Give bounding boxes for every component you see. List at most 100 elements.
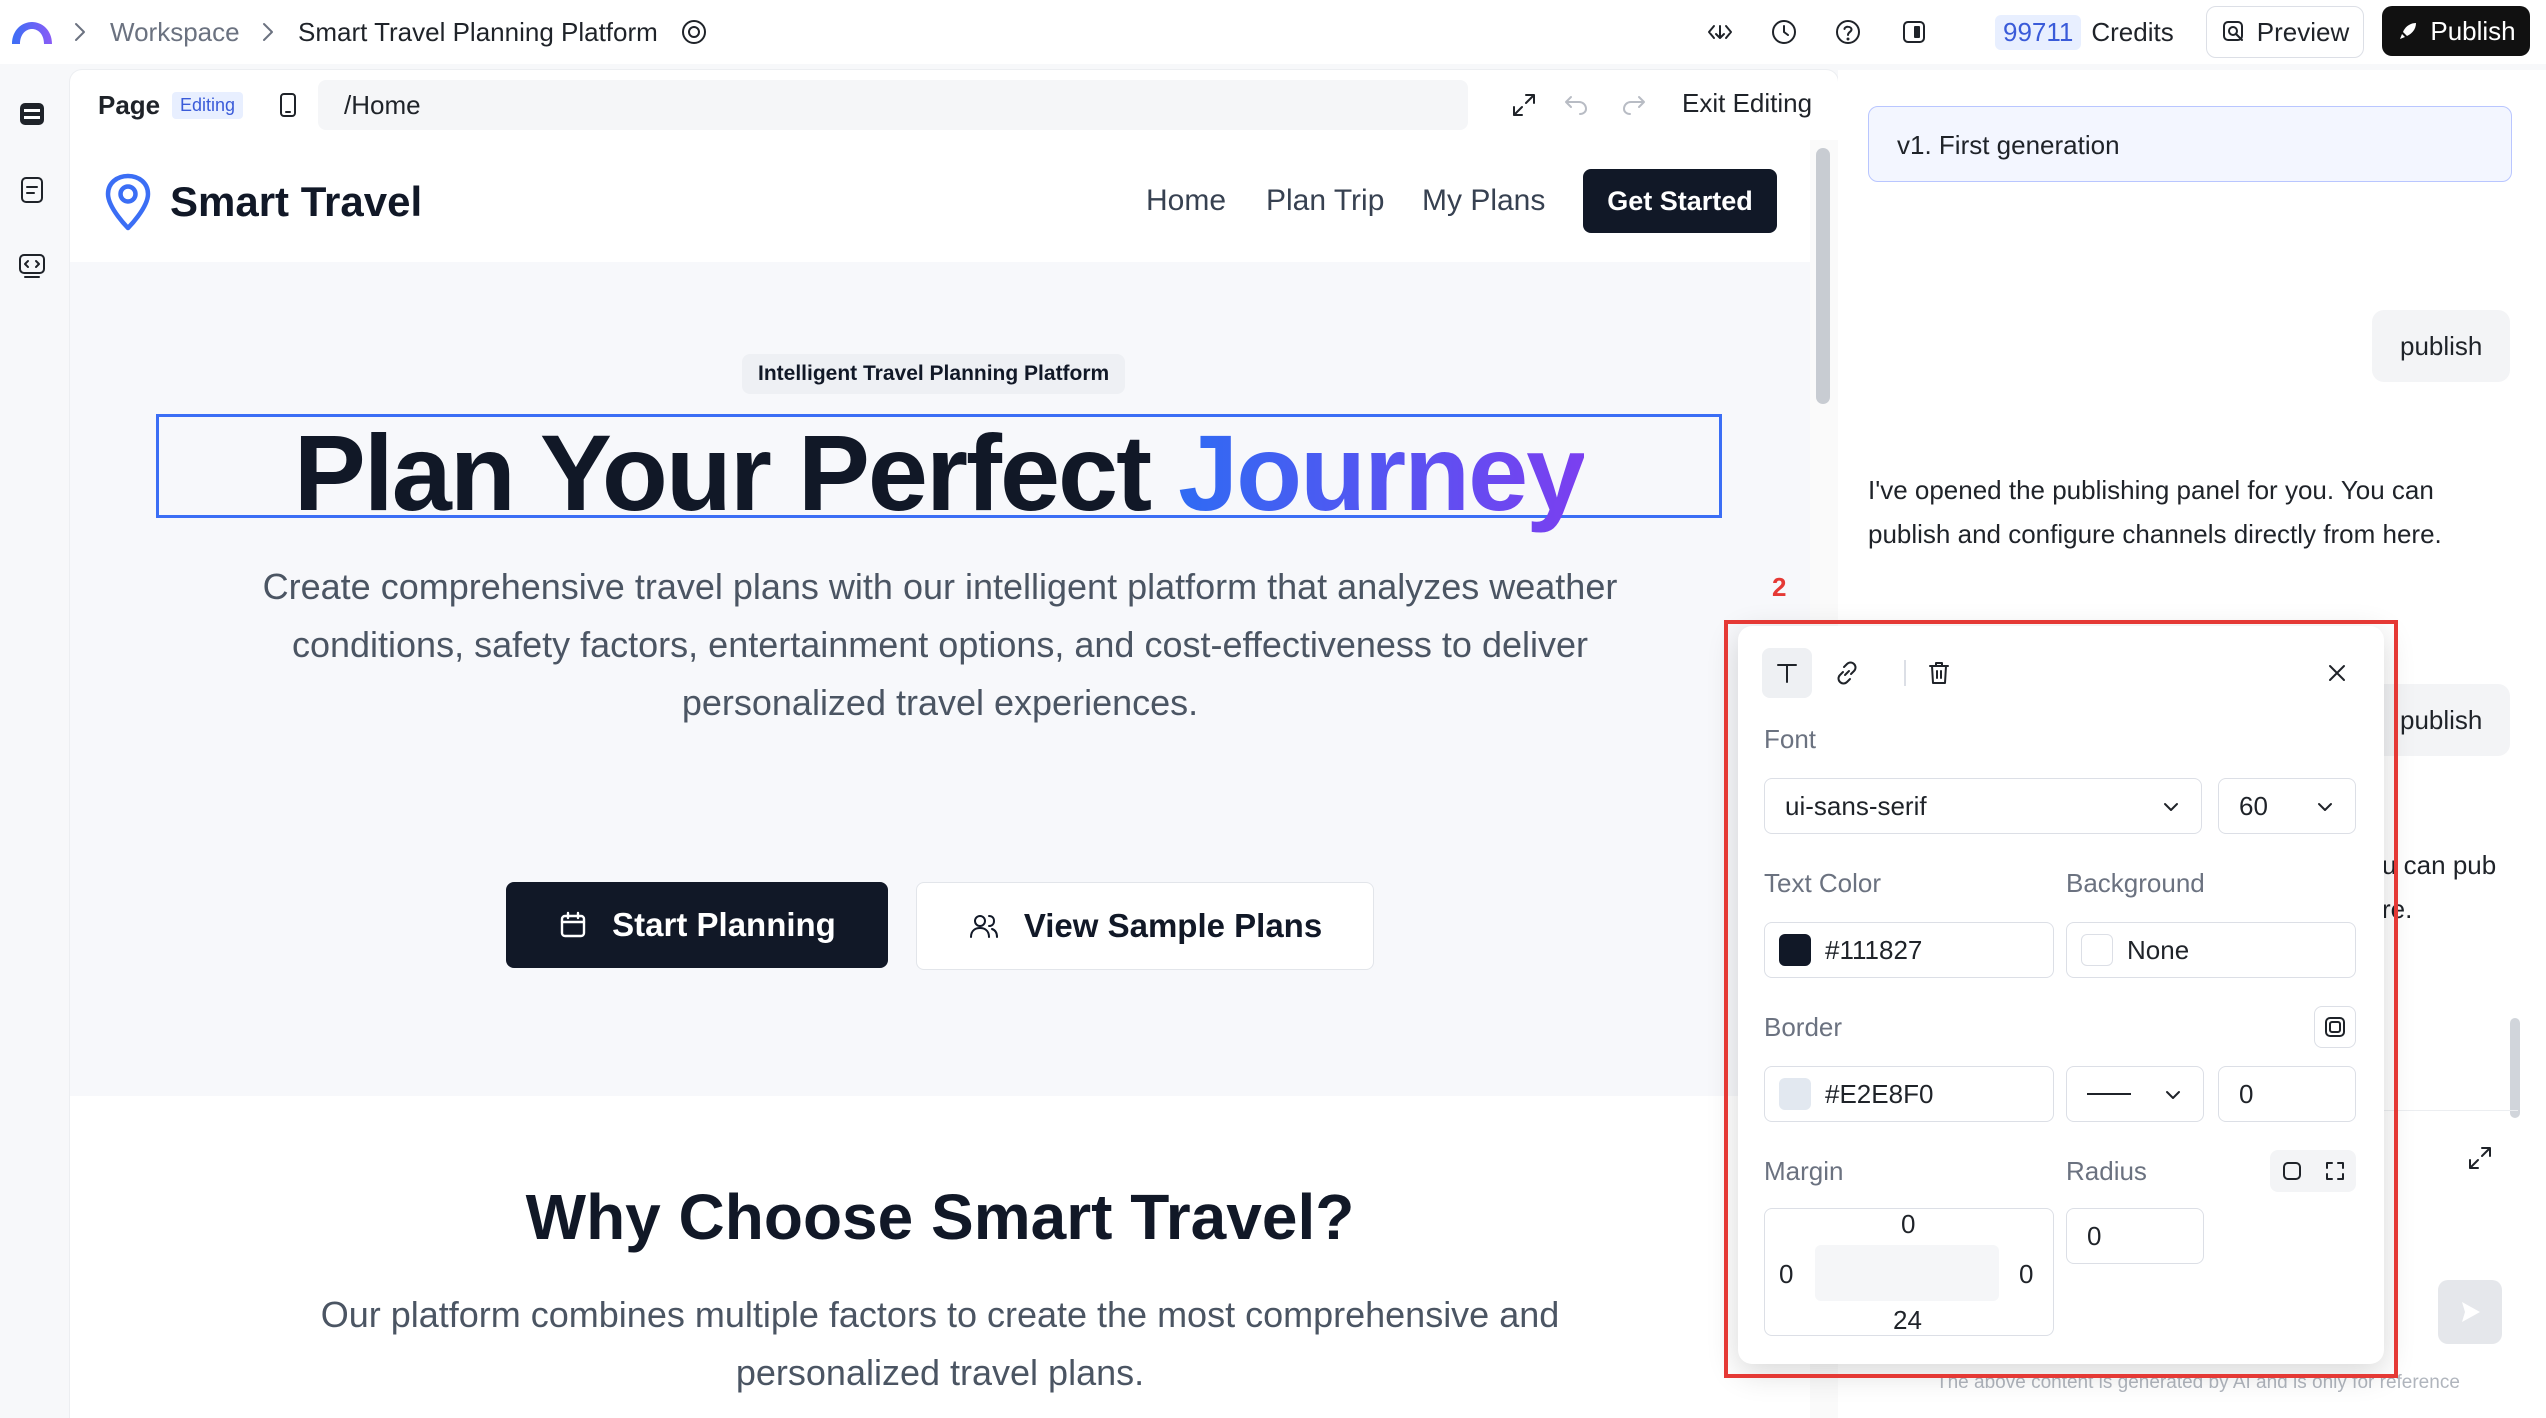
get-started-button[interactable]: Get Started <box>1583 169 1777 233</box>
calendar-icon <box>560 911 586 938</box>
page-path-input[interactable]: /Home <box>318 80 1468 130</box>
map-pin-icon <box>105 173 151 231</box>
margin-label: Margin <box>1764 1156 1844 1186</box>
margin-left-input[interactable]: 0 <box>1779 1259 1793 1290</box>
chevron-down-icon <box>2166 1091 2180 1099</box>
font-family-select[interactable]: ui-sans-serif <box>1764 778 2202 834</box>
border-box-icon <box>2325 1017 2345 1037</box>
font-size-select[interactable]: 60 <box>2218 778 2356 834</box>
radius-input[interactable]: 0 <box>2066 1208 2204 1264</box>
background-label: Background <box>2066 868 2205 898</box>
view-sample-plans-button[interactable]: View Sample Plans <box>916 882 1374 970</box>
pages-icon[interactable] <box>16 174 48 206</box>
close-popover-button[interactable] <box>2312 648 2362 698</box>
margin-bottom-input[interactable]: 24 <box>1893 1305 1922 1336</box>
why-subtitle[interactable]: Our platform combines multiple factors t… <box>310 1286 1570 1402</box>
editor-toolbar: Page Editing /Home Exit Editing <box>70 70 1838 141</box>
border-sides-toggle[interactable] <box>2314 1006 2356 1048</box>
background-swatch[interactable] <box>2081 934 2113 966</box>
text-style-tab[interactable] <box>1762 648 1812 698</box>
site-nav: Smart Travel Home Plan Trip My Plans Get… <box>70 140 1810 263</box>
breadcrumb-project[interactable]: Smart Travel Planning Platform <box>298 0 658 64</box>
ai-message-fragment: u can pub <box>2382 850 2497 880</box>
site-brand[interactable]: Smart Travel <box>170 178 422 226</box>
border-width-input[interactable]: 0 <box>2218 1066 2356 1122</box>
trash-icon <box>1929 662 1949 684</box>
hero-title-accent: Journey <box>1178 412 1586 533</box>
expand-icon[interactable] <box>1510 91 1538 119</box>
font-label: Font <box>1764 724 1817 754</box>
history-icon[interactable] <box>1770 18 1798 46</box>
editing-badge: Editing <box>172 92 244 119</box>
radius-individual-icon[interactable] <box>2324 1160 2346 1182</box>
mobile-device-icon[interactable] <box>274 91 302 119</box>
hero-subtitle[interactable]: Create comprehensive travel plans with o… <box>260 558 1620 732</box>
send-icon <box>2462 1302 2480 1322</box>
radius-value: 0 <box>2087 1220 2102 1251</box>
app-logo-icon[interactable] <box>8 16 56 48</box>
text-color-swatch[interactable] <box>1779 934 1811 966</box>
border-style-select[interactable] <box>2066 1066 2204 1122</box>
start-planning-button[interactable]: Start Planning <box>506 882 888 968</box>
breadcrumb-workspace[interactable]: Workspace <box>110 0 240 64</box>
code-toggle-icon[interactable] <box>1706 18 1734 46</box>
chevron-down-icon <box>2164 803 2178 811</box>
view-sample-plans-label: View Sample Plans <box>1023 907 1323 944</box>
step-marker: 2 <box>1772 572 1787 602</box>
border-style-solid-line <box>2087 1093 2131 1095</box>
start-planning-label: Start Planning <box>612 906 836 943</box>
text-icon <box>1777 664 1797 683</box>
toolbar-divider <box>1904 660 1906 686</box>
delete-element-button[interactable] <box>1914 648 1964 698</box>
chevron-right-icon <box>75 23 85 41</box>
expand-input-icon[interactable] <box>2466 1144 2494 1172</box>
settings-icon[interactable] <box>680 18 708 46</box>
layers-icon[interactable] <box>16 98 48 130</box>
style-editor-popover: Font ui-sans-serif 60 Text Color Backgro… <box>1738 626 2384 1364</box>
border-color-field[interactable]: #E2E8F0 <box>1764 1066 2054 1122</box>
panel-toggle-icon[interactable] <box>1900 18 1928 46</box>
font-family-value: ui-sans-serif <box>1785 790 1927 821</box>
ai-disclaimer: The above content is generated by AI and… <box>1936 1372 2460 1393</box>
code-icon[interactable] <box>16 250 48 282</box>
chat-scrollbar[interactable] <box>2510 1018 2520 1118</box>
credits-display: 99711 Credits <box>1995 14 2174 50</box>
site-preview: Smart Travel Home Plan Trip My Plans Get… <box>70 140 1810 1418</box>
nav-link-my-plans[interactable]: My Plans <box>1422 184 1545 218</box>
redo-icon[interactable] <box>1620 91 1648 119</box>
publish-button[interactable]: Publish <box>2382 6 2530 56</box>
text-color-field[interactable]: #111827 <box>1764 922 2054 978</box>
why-title[interactable]: Why Choose Smart Travel? <box>70 1180 1810 1254</box>
help-icon[interactable] <box>1834 18 1862 46</box>
editor-scrollbar-thumb[interactable] <box>1816 148 1830 404</box>
border-color-value: #E2E8F0 <box>1825 1078 1934 1109</box>
border-width-value: 0 <box>2239 1078 2254 1109</box>
editor-canvas: Page Editing /Home Exit Editing Smart Tr… <box>70 70 1838 1418</box>
border-color-swatch[interactable] <box>1779 1078 1811 1110</box>
generation-version-card[interactable]: v1. First generation <box>1868 106 2512 182</box>
radius-mode-toggle[interactable] <box>2270 1150 2356 1192</box>
nav-link-plan-trip[interactable]: Plan Trip <box>1266 184 1384 218</box>
exit-editing-button[interactable]: Exit Editing <box>1682 88 1812 119</box>
text-color-label: Text Color <box>1764 868 1882 898</box>
radius-all-icon[interactable] <box>2281 1160 2303 1182</box>
text-color-value: #111827 <box>1825 934 1923 965</box>
users-icon <box>969 915 998 938</box>
hero-title[interactable]: Plan Your Perfect Journey <box>156 410 1722 535</box>
link-icon <box>1837 661 1857 685</box>
preview-button[interactable]: Preview <box>2206 6 2364 58</box>
nav-link-home[interactable]: Home <box>1146 184 1226 218</box>
link-tab[interactable] <box>1822 648 1872 698</box>
font-size-value: 60 <box>2239 790 2268 821</box>
publish-label: Publish <box>2430 15 2516 46</box>
margin-top-input[interactable]: 0 <box>1901 1209 1915 1240</box>
background-color-field[interactable]: None <box>2066 922 2356 978</box>
chevron-right-icon <box>263 23 273 41</box>
credits-label: Credits <box>2091 16 2174 47</box>
user-message-publish-2: publish <box>2372 684 2511 756</box>
hero-tag[interactable]: Intelligent Travel Planning Platform <box>742 354 1126 394</box>
undo-icon[interactable] <box>1562 91 1590 119</box>
page-label: Page <box>98 90 161 120</box>
margin-right-input[interactable]: 0 <box>2019 1259 2033 1290</box>
send-button[interactable] <box>2438 1280 2502 1344</box>
